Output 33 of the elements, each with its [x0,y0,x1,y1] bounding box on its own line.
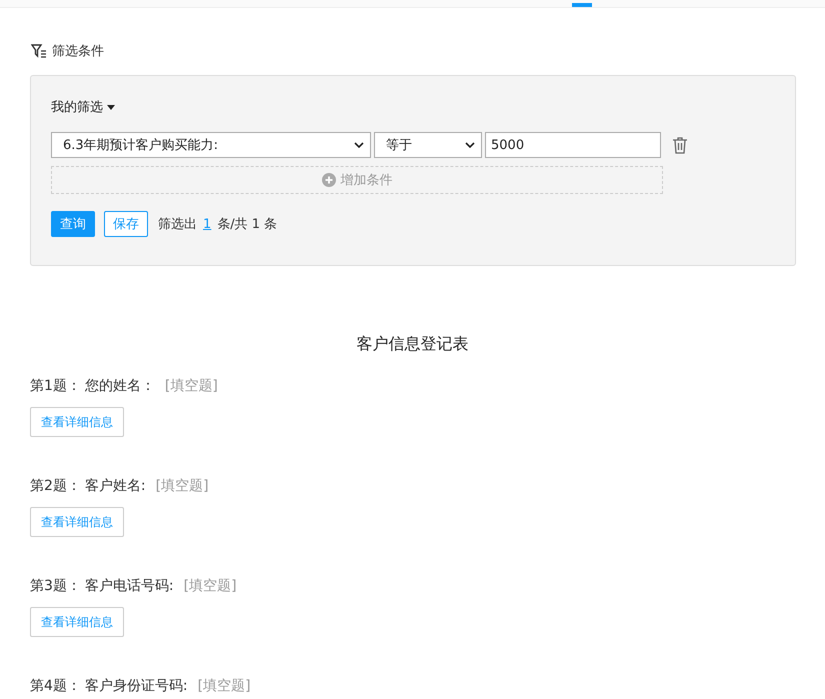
value-input[interactable]: 5000 [485,132,661,158]
details-button[interactable]: 查看详细信息 [30,507,124,537]
details-button[interactable]: 查看详细信息 [30,607,124,637]
operator-select[interactable]: 等于 [374,132,482,158]
query-button[interactable]: 查询 [51,211,95,237]
question-type: [填空题] [184,577,237,595]
result-link[interactable]: 1 [203,216,212,232]
tab-indicator [572,3,592,7]
question-number: 第2题： [30,477,81,495]
question-type: [填空题] [156,477,209,495]
question-title: 客户电话号码: [84,577,174,595]
my-filter-dropdown[interactable]: 我的筛选 [51,98,115,116]
question-type: [填空题] [198,677,251,695]
question-number: 第3题： [30,577,81,595]
question-number: 第4题： [30,677,81,695]
question-number: 第1题： [30,377,81,395]
question-type: [填空题] [164,377,218,395]
question-title: 客户身份证号码: [84,677,188,695]
chevron-icon [354,142,364,148]
filter-icon [31,44,47,58]
question-title: 客户姓名: [84,477,146,495]
result-text: 条/共 1 条 [217,216,278,233]
filter-title: 筛选条件 [52,43,104,60]
result-text: 筛选出 [158,216,197,233]
chevron-icon [465,142,475,148]
field-select[interactable]: 6.3年期预计客户购买能力: [51,132,371,158]
save-button[interactable]: 保存 [104,211,148,237]
question-title: 您的姓名： [84,377,155,395]
plus-circle-icon [322,173,336,187]
form-title: 客户信息登记表 [356,334,470,355]
details-button[interactable]: 查看详细信息 [30,407,124,437]
trash-icon[interactable] [672,136,688,154]
add-condition-button[interactable]: 增加条件 [51,166,663,194]
